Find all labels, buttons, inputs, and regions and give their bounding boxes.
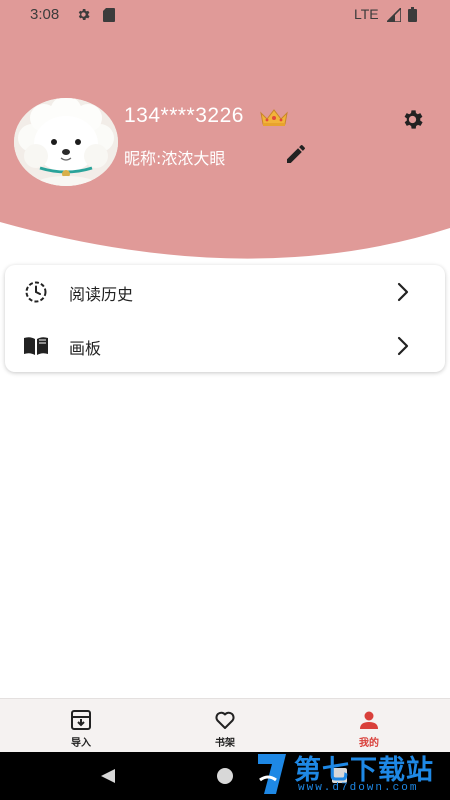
menu-item-reading-history[interactable]: 阅读历史	[5, 266, 445, 318]
avatar[interactable]	[14, 98, 118, 186]
import-tray-icon	[71, 710, 91, 730]
avatar-dog-image	[14, 98, 118, 186]
signal-icon	[387, 8, 401, 22]
menu-item-label: 阅读历史	[69, 285, 134, 304]
nav-tab-import[interactable]: 导入	[26, 699, 136, 753]
heart-icon	[215, 711, 235, 729]
chevron-right-icon	[397, 282, 409, 302]
nav-tab-label: 我的	[359, 738, 379, 749]
bottom-navigation: 导入 书架 我的	[0, 698, 450, 752]
person-icon	[360, 711, 378, 729]
menu-item-drawing-board[interactable]: 画板	[5, 320, 445, 372]
user-phone: 134****3226	[124, 104, 244, 127]
status-time: 3:08	[30, 6, 60, 23]
battery-icon	[408, 7, 417, 22]
settings-gear-icon[interactable]	[400, 107, 425, 132]
home-circle-button[interactable]	[217, 768, 233, 784]
nav-tab-label: 书架	[215, 738, 235, 749]
nav-tab-mine[interactable]: 我的	[314, 699, 424, 753]
menu-card: 阅读历史 画板	[5, 265, 445, 372]
menu-item-label: 画板	[69, 339, 102, 358]
status-network: LTE	[354, 6, 379, 22]
nav-tab-label: 导入	[71, 738, 91, 749]
watermark: 第七下载站 www.d7down.com	[254, 748, 450, 800]
book-icon	[24, 337, 48, 355]
pencil-icon[interactable]	[284, 142, 308, 166]
nav-tab-bookshelf[interactable]: 书架	[170, 699, 280, 753]
crown-icon	[260, 109, 288, 126]
back-triangle-icon[interactable]	[100, 768, 116, 784]
chevron-right-icon	[397, 336, 409, 356]
user-nickname: 昵称:浓浓大眼	[124, 149, 226, 168]
watermark-logo	[258, 754, 286, 794]
gear-icon	[78, 9, 90, 20]
watermark-url: www.d7down.com	[298, 782, 419, 794]
sd-card-icon	[103, 8, 115, 22]
history-clock-icon	[25, 281, 47, 303]
status-bar: 3:08 LTE	[0, 0, 450, 30]
